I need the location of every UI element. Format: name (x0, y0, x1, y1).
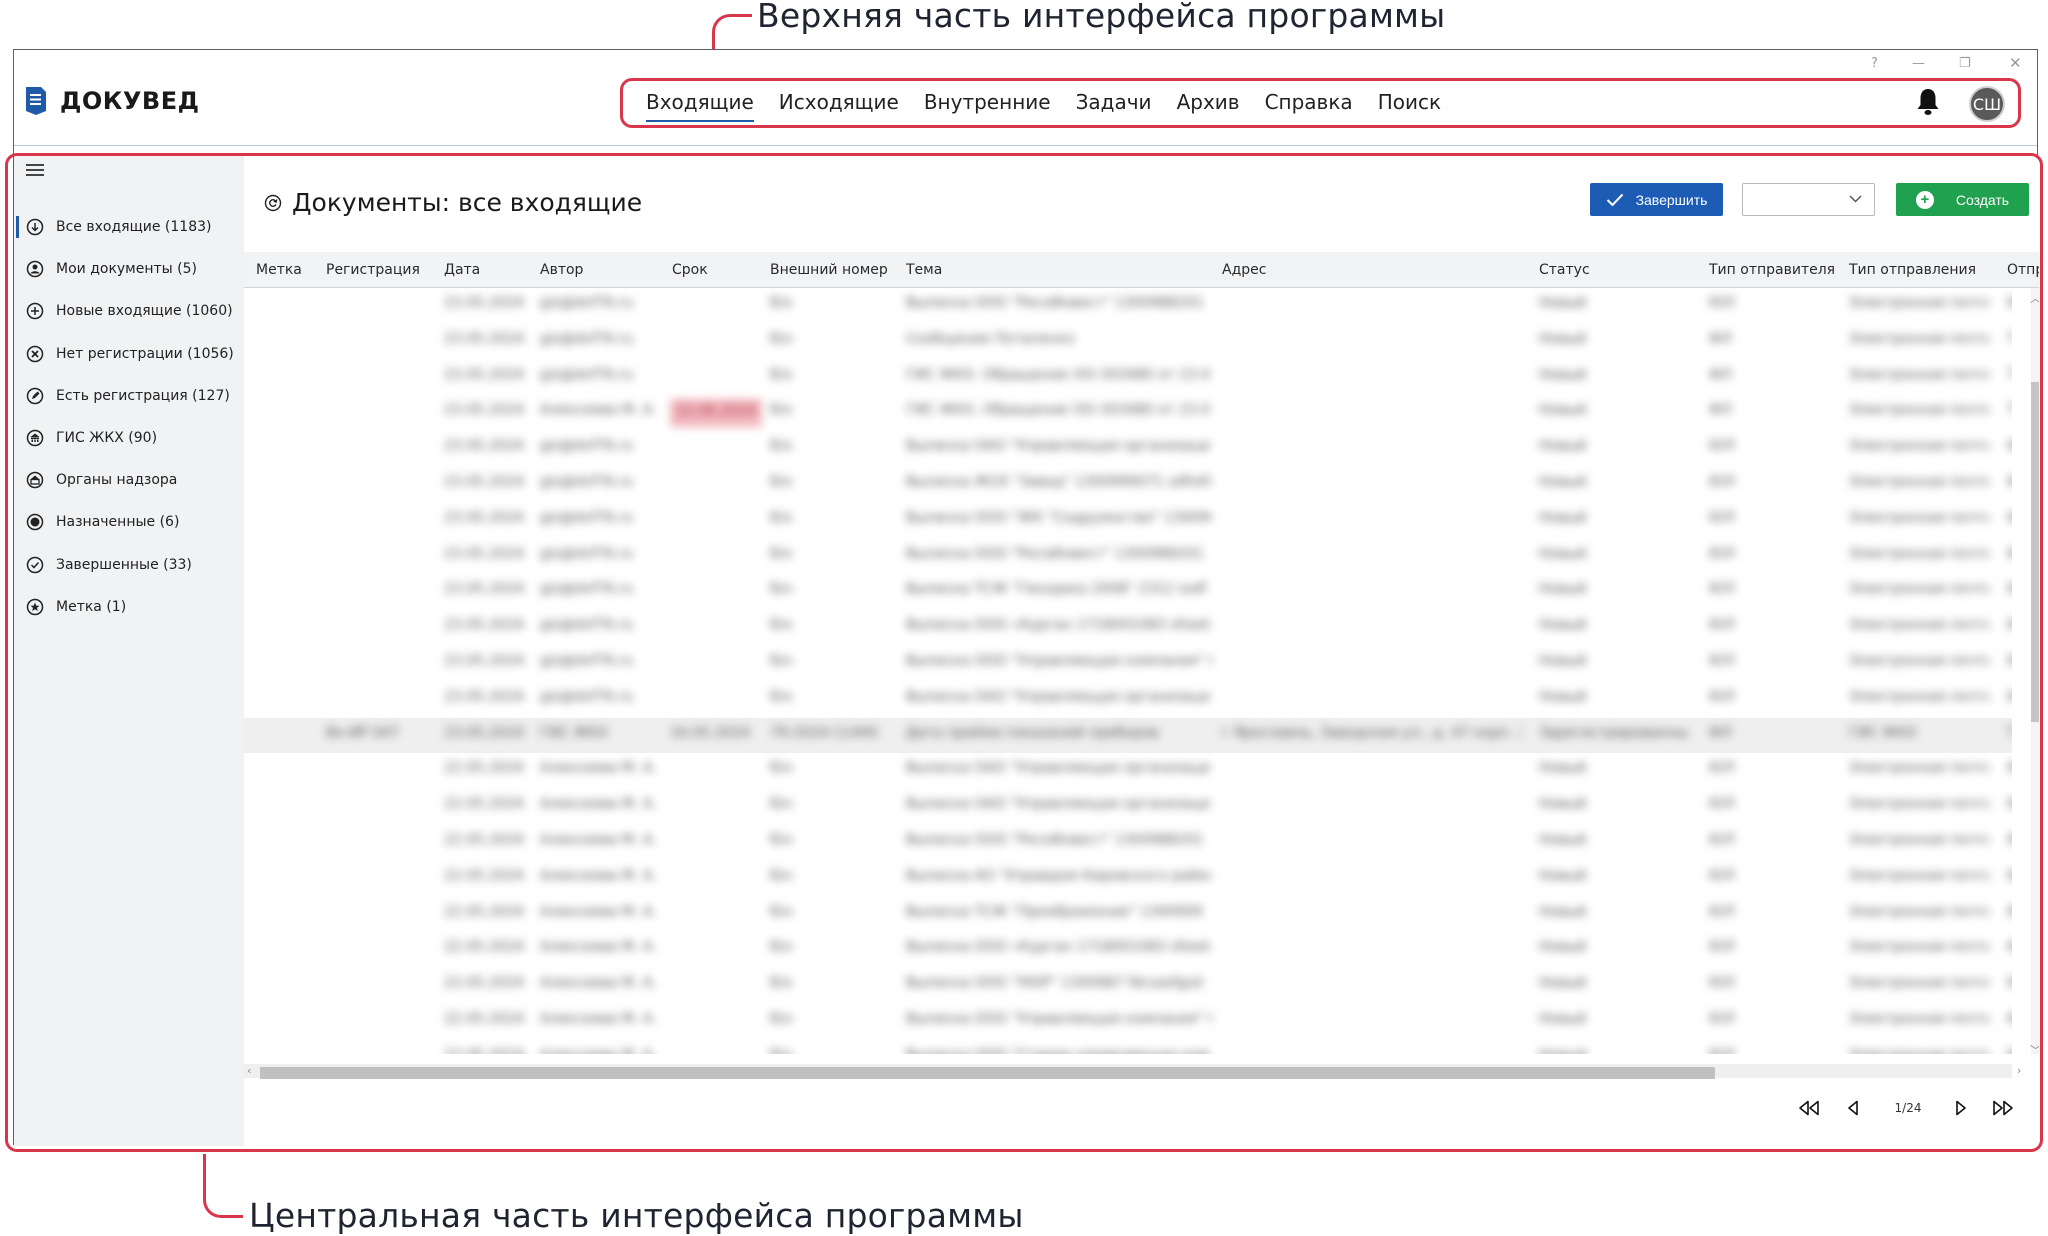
help-window-button[interactable]: ? (1871, 56, 1878, 71)
screenshot-stage: Верхняя часть интерфейса программы ? — ❐… (0, 0, 2048, 1236)
app-title: ДОКУВЕД (60, 87, 200, 115)
annotation-bottom-connector (203, 1154, 243, 1218)
annotation-main-frame (5, 153, 2043, 1152)
document-logo-icon (26, 87, 46, 115)
app-logo[interactable]: ДОКУВЕД (24, 86, 199, 116)
annotation-bottom-label: Центральная часть интерфейса программы (249, 1196, 1024, 1235)
annotation-top-frame (620, 78, 2021, 128)
minimize-window-button[interactable]: — (1912, 56, 1925, 71)
annotation-top-label: Верхняя часть интерфейса программы (757, 0, 1446, 35)
close-window-button[interactable]: ✕ (2009, 54, 2022, 72)
maximize-window-button[interactable]: ❐ (1959, 56, 1971, 71)
